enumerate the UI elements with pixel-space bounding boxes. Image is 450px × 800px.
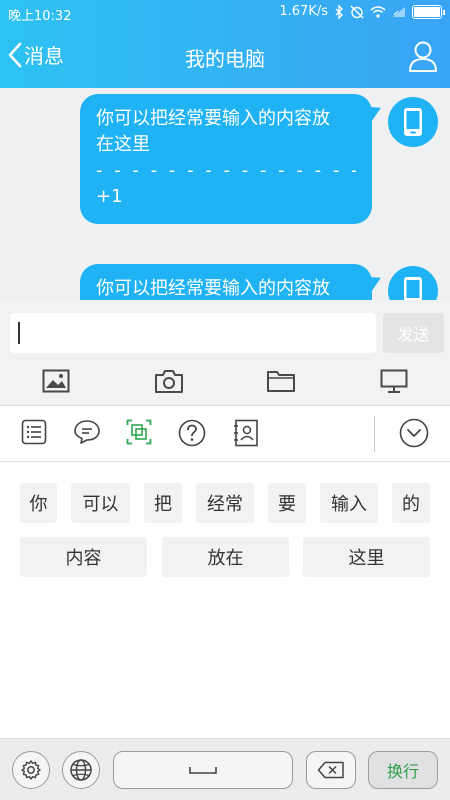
profile-icon[interactable] xyxy=(408,40,438,72)
suggestion-chip[interactable]: 这里 xyxy=(303,537,430,577)
send-button[interactable]: 发送 xyxy=(383,313,444,353)
message-text: 你可以把经常要输入的内容放 xyxy=(96,108,330,129)
space-bar-icon xyxy=(189,767,217,774)
chat-area[interactable]: 你可以把经常要输入的内容放 在这里 - - - - - - - - - - - … xyxy=(0,88,450,300)
enter-key[interactable]: 换行 xyxy=(368,751,438,789)
avatar[interactable] xyxy=(388,97,438,147)
suggestion-chip[interactable]: 可以 xyxy=(71,483,130,523)
page-title: 我的电脑 xyxy=(185,47,265,71)
battery-icon xyxy=(412,4,445,19)
backspace-icon xyxy=(317,761,344,779)
keyboard-toolbar xyxy=(0,406,450,462)
text-cursor xyxy=(18,322,20,344)
phone-icon xyxy=(404,277,422,300)
composer: 发送 xyxy=(0,300,450,362)
message-bubble[interactable]: 你可以把经常要输入的内容放 xyxy=(80,264,372,300)
suggestion-chip[interactable]: 的 xyxy=(392,483,430,523)
help-icon[interactable] xyxy=(178,419,206,447)
settings-key[interactable] xyxy=(12,751,50,789)
suggestion-chip[interactable]: 内容 xyxy=(20,537,147,577)
image-icon[interactable] xyxy=(42,368,70,394)
word-suggestions: 你 可以 把 经常 要 输入 的 内容 放在 这里 xyxy=(0,462,450,738)
wifi-icon xyxy=(370,5,386,18)
space-key[interactable] xyxy=(113,751,293,789)
backspace-key[interactable] xyxy=(306,751,356,789)
message-text: 你可以把经常要输入的内容放 xyxy=(96,278,330,299)
suggestion-chip[interactable]: 你 xyxy=(20,483,57,523)
signal-icon xyxy=(393,6,405,17)
status-right: 1.67K/s xyxy=(279,4,445,19)
avatar[interactable] xyxy=(388,266,438,300)
message-bubble[interactable]: 你可以把经常要输入的内容放 在这里 - - - - - - - - - - - … xyxy=(80,94,372,224)
globe-icon xyxy=(70,759,92,781)
battery-fill xyxy=(414,6,440,17)
camera-icon[interactable] xyxy=(154,368,184,394)
phone-icon xyxy=(404,108,422,136)
suggestion-chip[interactable]: 经常 xyxy=(196,483,254,523)
header: 消息 我的电脑 xyxy=(0,26,450,88)
network-speed: 1.67K/s xyxy=(279,4,328,19)
suggestion-chip[interactable]: 把 xyxy=(144,483,182,523)
toolbar-divider xyxy=(374,416,375,452)
status-time: 晚上10:32 xyxy=(8,9,72,24)
attachment-toolbar xyxy=(0,362,450,406)
message-divider: - - - - - - - - - - - - - - - xyxy=(96,160,356,181)
suggestion-chip[interactable]: 要 xyxy=(268,483,306,523)
folder-icon[interactable] xyxy=(266,368,296,394)
keyboard-bottom-row: 换行 xyxy=(0,738,450,800)
message-text: 在这里 xyxy=(96,134,150,155)
message-input[interactable] xyxy=(10,313,376,353)
collapse-icon[interactable] xyxy=(399,418,429,448)
chat-bubble-icon[interactable] xyxy=(73,419,101,445)
language-key[interactable] xyxy=(62,751,100,789)
top-bar: 晚上10:32 1.67K/s 消息 我的电脑 xyxy=(0,0,450,88)
suggestion-chip[interactable]: 输入 xyxy=(320,483,378,523)
status-bar: 晚上10:32 1.67K/s xyxy=(0,0,450,26)
computer-icon[interactable] xyxy=(380,368,408,394)
list-icon[interactable] xyxy=(21,419,47,445)
contact-card-icon[interactable] xyxy=(233,419,259,447)
suggestion-chip[interactable]: 放在 xyxy=(162,537,289,577)
gear-icon xyxy=(21,760,41,780)
alarm-off-icon xyxy=(350,5,364,18)
bluetooth-icon xyxy=(335,4,343,19)
message-text: +1 xyxy=(96,186,123,207)
copy-icon[interactable] xyxy=(126,419,152,445)
